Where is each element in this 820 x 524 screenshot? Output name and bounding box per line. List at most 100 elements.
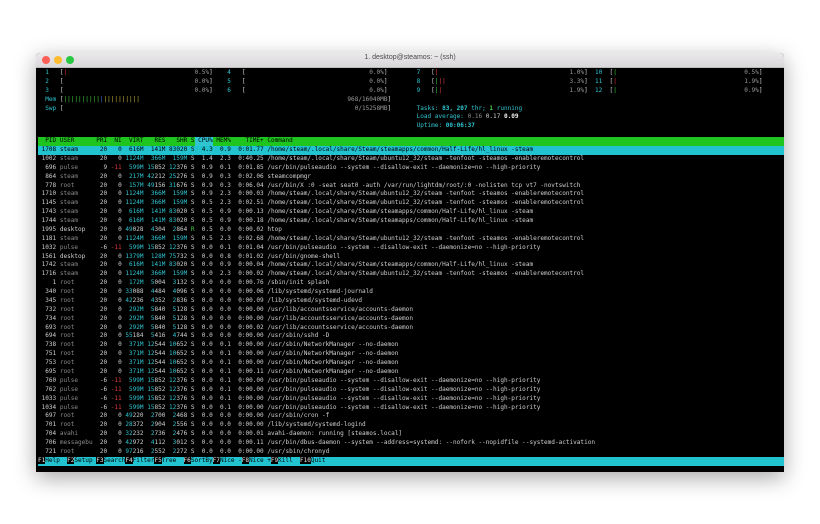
process-user: steam	[59, 199, 79, 207]
process-row[interactable]: 697 root 20 0 49220 2700 2468 S 0.0 0.0 0:00.00/us…	[38, 412, 784, 421]
process-row[interactable]: 1033 pulse -6 -11 599M 15852 12376 S 0.0 0.1 0:00.…	[38, 395, 784, 404]
process-shr: 12376	[169, 376, 188, 384]
process-row[interactable]: 778 root 20 0 157M 49156 31676 S 0.9 0.3 0:06.04/u…	[38, 182, 784, 191]
process-row[interactable]: 721 root 20 0 97216 2552 2272 S 0.0 0.0 0:00.00/us…	[38, 448, 784, 457]
process-row[interactable]: 1743 steam 20 0 616M 141M 83020 S 0.5 0.9 0:00.13/…	[38, 208, 784, 217]
process-shr: 10652	[169, 359, 188, 367]
function-key-tree[interactable]: F5Tree	[154, 457, 183, 466]
function-key-quit[interactable]: F10Quit	[299, 457, 333, 466]
process-row[interactable]: 1034 pulse -6 -11 599M 15852 12376 S 0.0 0.1 0:00.…	[38, 404, 784, 413]
process-row[interactable]: 1710 steam 20 0 1124M 366M 159M S 0.9 2.3 0:00.03/…	[38, 190, 784, 199]
process-row[interactable]: 1995 desktop 20 0 49028 4304 2864 R 0.5 0.0 0:00.0…	[38, 226, 784, 235]
column-header-virt[interactable]: VIRT	[122, 137, 144, 146]
function-key-help[interactable]: F1Help	[38, 457, 67, 466]
process-row[interactable]: 760 pulse -6 -11 599M 15852 12376 S 0.0 0.1 0:00.0…	[38, 377, 784, 386]
process-row[interactable]: 695 root 20 0 371M 12544 10652 S 0.0 0.1 0:00.11/u…	[38, 368, 784, 377]
process-virt: 42236	[125, 296, 144, 304]
column-header-shr[interactable]: SHR	[165, 137, 187, 146]
function-key-nice[interactable]: F7Nice -	[212, 457, 242, 466]
process-command: /usr/sbin/NetworkManager --no-daemon	[267, 359, 399, 367]
process-row[interactable]: 1145 steam 20 0 1124M 366M 159M S 0.5 2.3 0:02.51/…	[38, 199, 784, 208]
process-time: 0:02.06	[238, 172, 264, 180]
process-mem-percent: 2.3	[220, 190, 231, 198]
process-cpu-percent: 0.0	[201, 439, 213, 447]
column-header-time[interactable]: TIME+	[231, 137, 263, 146]
column-header-mem-percent[interactable]: MEM%	[213, 137, 231, 146]
process-user: desktop	[59, 225, 86, 233]
column-header-pid[interactable]: PID	[38, 137, 56, 146]
process-row[interactable]: 696 pulse 9 -11 599M 15852 12376 S 0.9 0.1 0:01.85…	[38, 164, 784, 173]
process-row[interactable]: 1032 pulse -6 -11 599M 15852 12376 S 0.0 0.1 0:01.…	[38, 244, 784, 253]
process-row[interactable]: 340 root 20 0 33088 4484 4096 S 0.0 0.0 0:00.06/li…	[38, 288, 784, 297]
column-header-priority[interactable]: PRI	[93, 137, 107, 146]
function-key-kill[interactable]: F9Kill	[270, 457, 300, 466]
process-row[interactable]: 751 root 20 0 371M 12544 10652 S 0.0 0.1 0:00.00/u…	[38, 350, 784, 359]
process-virt: 371M	[128, 368, 144, 375]
function-key-search[interactable]: F3Search	[96, 457, 125, 466]
process-row[interactable]: 1742 steam 20 0 616M 141M 83020 S 0.0 0.9 0:00.04/…	[38, 261, 784, 270]
function-key-filter[interactable]: F4Filter	[125, 457, 154, 466]
process-row[interactable]: 734 root 20 0 292M 5840 5128 S 0.0 0.0 0:00.00/usr…	[38, 315, 784, 324]
column-header-res[interactable]: RES	[144, 137, 165, 146]
process-row[interactable]: 694 root 20 0 55184 5416 4744 S 0.0 0.0 0:00.00/us…	[38, 332, 784, 341]
process-row[interactable]: 704 avahi 20 0 32232 2736 2476 S 0.0 0.0 0:00.01 av…	[38, 430, 784, 439]
process-row[interactable]: 1561 desktop 20 0 1379M 128M 75732 S 0.0 0.8 0:01.…	[38, 253, 784, 262]
meter-bar-segment: |	[613, 77, 617, 85]
process-row[interactable]: 1716 steam 20 0 1124M 366M 159M S 0.0 2.3 0:00.02/…	[38, 270, 784, 279]
process-row[interactable]: 1 root 20 0 172M 5004 3132 S 0.0 0.0 0:00.76/sbin/…	[38, 279, 784, 288]
process-cpu-percent: 0.0	[201, 314, 213, 322]
process-nice: 0	[118, 225, 122, 233]
process-row[interactable]: 706 messagebu 20 0 42972 4112 3012 S 0.0 0.0 0:00.…	[38, 439, 784, 448]
meter-label: 9	[416, 86, 421, 94]
function-key-sortby[interactable]: F6SortBy	[183, 457, 213, 466]
meter-label: 11	[595, 77, 603, 85]
process-row[interactable]: 701 root 20 0 28372 2904 2556 S 0.0 0.0 0:00.00/li…	[38, 421, 784, 430]
function-key: F5	[154, 457, 162, 464]
process-time: 0:00.00	[238, 350, 264, 358]
process-cpu-percent: 0.0	[201, 323, 213, 331]
process-time: 0:00.00	[238, 305, 264, 313]
process-cpu-percent: 0.0	[201, 279, 213, 287]
process-shr: 4744	[172, 332, 188, 340]
column-header-command[interactable]: Command	[267, 137, 777, 146]
function-key-bar: F1Help F2Setup F3Search F4Filter F5Tree F6Sor…	[38, 457, 784, 466]
process-mem-percent: 0.9	[220, 217, 231, 225]
column-header-user[interactable]: USER	[60, 137, 93, 146]
process-priority: 20	[99, 314, 108, 322]
process-row[interactable]: 762 pulse -6 -11 599M 15852 12376 S 0.0 0.1 0:00.0…	[38, 386, 784, 395]
process-row[interactable]: 738 root 20 0 371M 12544 10652 S 0.0 0.1 0:00.00/u…	[38, 341, 784, 350]
process-row[interactable]: 864 steam 20 0 217M 42212 25276 S 0.9 0.3 0:02.06 s…	[38, 173, 784, 182]
process-row[interactable]: 753 root 20 0 371M 12544 10652 S 0.0 0.1 0:00.00/u…	[38, 359, 784, 368]
function-key-setup[interactable]: F2Setup	[67, 457, 96, 466]
process-pid: 760	[45, 376, 57, 384]
process-time: 0:00.00	[238, 421, 264, 429]
meter-value: 3.3%	[569, 77, 585, 85]
process-row[interactable]: 732 root 20 0 292M 5840 5128 S 0.0 0.0 0:00.00/usr…	[38, 306, 784, 315]
process-virt: 1124M	[125, 154, 144, 162]
process-time: 0:01.04	[238, 243, 264, 251]
meter-label: 7	[416, 69, 421, 76]
process-pid: 706	[45, 439, 57, 447]
cpu-meter-8: 8[| | | 3.3%]	[417, 78, 588, 87]
column-header-cpu-percent[interactable]: CPU%	[194, 137, 213, 146]
process-res: 5416	[150, 332, 166, 340]
column-header-nice[interactable]: NI	[107, 137, 121, 146]
process-row[interactable]: 1002 steam 20 0 1124M 366M 159M S 1.4 2.3 0:40.25/…	[38, 155, 784, 164]
function-key-nice[interactable]: F8Nice +	[241, 457, 271, 466]
process-shr: 10652	[169, 368, 188, 375]
process-priority: 20	[99, 305, 108, 313]
process-row[interactable]: 1708 steam 20 0 616M 141M 83020 S 4.3 0.9 0:01.77/…	[38, 146, 784, 155]
process-row[interactable]: 345 root 20 0 42236 4352 2836 S 0.0 0.0 0:00.09/li…	[38, 297, 784, 306]
process-row[interactable]: 1181 steam 20 0 1124M 366M 159M S 0.5 2.3 0:02.68/…	[38, 235, 784, 244]
process-command: steamcompmgr	[267, 172, 312, 180]
process-mem-percent: 0.1	[220, 350, 231, 358]
process-res: 5840	[150, 314, 166, 322]
cpu-meter-12: 12[| 0.9%]	[595, 87, 762, 96]
process-row[interactable]: 1744 steam 20 0 616M 141M 83020 S 0.5 0.9 0:00.18/…	[38, 217, 784, 226]
process-virt: 616M	[128, 217, 144, 225]
window-title: 1. desktop@steamos: ~ (ssh)	[364, 54, 456, 61]
process-cpu-percent: 0.0	[201, 447, 213, 455]
meter-bar: | | |	[435, 78, 570, 87]
process-row[interactable]: 693 root 20 0 292M 5840 5128 S 0.0 0.0 0:00.02/usr…	[38, 324, 784, 333]
meter-bar-segment: |	[613, 69, 617, 76]
